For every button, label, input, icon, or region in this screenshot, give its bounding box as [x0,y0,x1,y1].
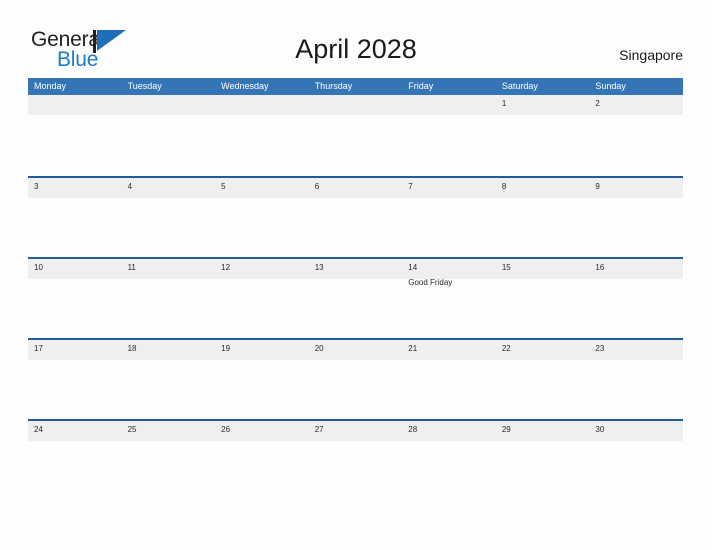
calendar-day-cell[interactable]: 13 [309,259,403,338]
calendar-week-row: 17 18 19 20 21 22 23 [28,338,683,419]
day-number: 7 [408,182,413,191]
calendar-day-cell[interactable]: 2 [589,95,683,174]
calendar-day-cell[interactable]: 3 [28,178,122,257]
calendar-day-cell[interactable]: 8 [496,178,590,257]
day-number: 14 [408,263,418,272]
calendar-day-cell[interactable]: 17 [28,340,122,419]
day-number: 28 [408,425,418,434]
calendar-day-cell [215,95,309,174]
weekday-header-friday: Friday [408,81,434,91]
page-title: April 2028 [295,34,417,64]
day-number: 22 [501,344,511,353]
calendar-day-cell [309,95,403,174]
day-number: 8 [501,182,507,191]
day-number: 18 [127,344,137,353]
weekday-header-saturday: Saturday [501,81,538,91]
calendar-day-cell[interactable]: 6 [309,178,403,257]
calendar-day-cell[interactable]: 27 [309,421,403,500]
day-number: 30 [595,425,605,434]
day-number: 29 [501,425,511,434]
calendar-day-cell[interactable]: 11 [122,259,216,338]
weekday-header-thursday: Thursday [314,81,353,91]
calendar-day-cell[interactable]: 10 [28,259,122,338]
day-number: 20 [314,344,324,353]
calendar-day-cell[interactable]: 18 [122,340,216,419]
calendar-day-cell[interactable]: 25 [122,421,216,500]
calendar-day-cell[interactable]: 23 [589,340,683,419]
calendar-week-row: 24 25 26 27 28 29 30 [28,419,683,500]
day-number: 19 [221,344,231,353]
calendar-day-cell[interactable]: 19 [215,340,309,419]
day-number: 13 [314,263,324,272]
weekday-header-tuesday: Tuesday [127,81,162,91]
calendar-day-cell[interactable]: 1 [496,95,590,174]
calendar-day-cell[interactable]: 4 [122,178,216,257]
calendar-day-cell [28,95,122,174]
day-cells: 12 [28,95,683,174]
day-number: 23 [595,344,605,353]
day-cells: 17 18 19 20 21 22 23 [28,340,683,419]
calendar-day-cell[interactable]: 21 [402,340,496,419]
calendar-day-cell[interactable]: 14 Good Friday [402,259,496,338]
calendar-day-cell [122,95,216,174]
calendar-weeks: 1 2 3 4 5 6 7 8 9 10 11 12 13 14 Good Friday 15 16 17 18 19… [28,95,683,500]
day-cells: 24 25 26 27 28 29 30 [28,421,683,500]
day-number: 24 [34,425,43,434]
weekday-header-row: Monday Tuesday Wednesday Thursday Friday… [28,78,683,95]
calendar-week-row: 12 [28,95,683,176]
day-number: 1 [501,99,507,108]
weekday-header-wednesday: Wednesday [221,81,269,91]
calendar-day-cell[interactable]: 15 [496,259,590,338]
calendar-day-cell[interactable]: 5 [215,178,309,257]
calendar-grid: Monday Tuesday Wednesday Thursday Friday… [28,78,683,500]
day-number: 2 [595,99,600,108]
calendar-day-cell[interactable]: 30 [589,421,683,500]
day-events: Good Friday [408,277,491,288]
calendar-day-cell[interactable]: 16 [589,259,683,338]
day-number: 11 [127,263,136,272]
day-number: 4 [127,182,133,191]
calendar-day-cell[interactable]: 22 [496,340,590,419]
day-number: 17 [34,344,43,353]
day-event-label: Good Friday [408,278,453,287]
calendar-day-cell[interactable]: 28 [402,421,496,500]
day-number: 21 [408,344,418,353]
weekday-header-monday: Monday [34,81,67,91]
day-number: 15 [501,263,511,272]
calendar-day-cell[interactable]: 12 [215,259,309,338]
day-cells: 10 11 12 13 14 Good Friday 15 16 [28,259,683,338]
calendar-week-row: 3 4 5 6 7 8 9 [28,176,683,257]
day-number: 27 [314,425,324,434]
page-header: General Blue April 2028 Singapore [0,0,712,78]
day-number: 12 [221,263,231,272]
calendar-day-cell[interactable]: 24 [28,421,122,500]
day-number: 25 [127,425,137,434]
day-cells: 3 4 5 6 7 8 9 [28,178,683,257]
calendar-day-cell[interactable]: 29 [496,421,590,500]
calendar-day-cell [402,95,496,174]
day-number: 6 [314,182,320,191]
day-number: 10 [34,263,43,272]
locale-label: Singapore [619,47,683,63]
calendar-day-cell[interactable]: 26 [215,421,309,500]
day-number: 3 [34,182,39,191]
day-number: 26 [221,425,231,434]
day-number: 16 [595,263,605,272]
day-number: 5 [221,182,226,191]
weekday-header-sunday: Sunday [595,81,626,91]
calendar-day-cell[interactable]: 9 [589,178,683,257]
calendar-day-cell[interactable]: 20 [309,340,403,419]
day-number: 9 [595,182,600,191]
calendar-week-row: 10 11 12 13 14 Good Friday 15 16 [28,257,683,338]
calendar-day-cell[interactable]: 7 [402,178,496,257]
